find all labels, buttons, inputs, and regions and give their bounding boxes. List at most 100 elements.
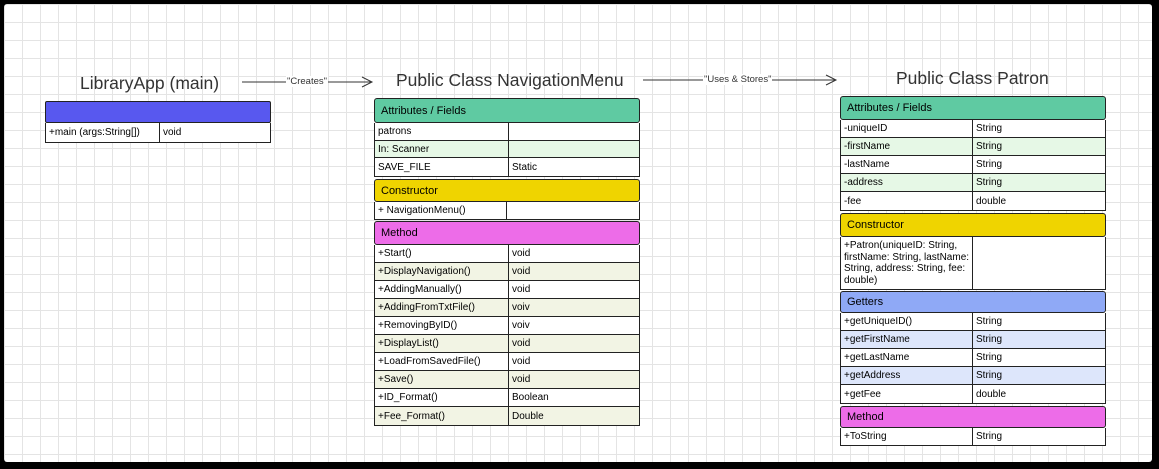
nav-attr-type: Static <box>512 161 538 173</box>
patron-getter-type: double <box>976 388 1007 400</box>
nav-method-name: +DisplayList() <box>375 335 509 352</box>
nav-attr-type <box>509 123 512 140</box>
nav-method-name: +Start() <box>375 245 509 262</box>
nav-method-row: +AddingFromTxtFile() voiv <box>375 299 639 317</box>
nav-method-type: void <box>512 266 531 277</box>
nav-method-type: voiv <box>512 320 530 331</box>
patron-getter-row: +getAddress String <box>841 367 1105 385</box>
patron-constructor-table: +Patron(uniqueID: String, firstName: Str… <box>840 237 1106 290</box>
uses-stores-label: "Uses & Stores" <box>703 74 773 85</box>
patron-getter-name: +getFee <box>841 385 973 403</box>
nav-attr-name: patrons <box>375 123 509 140</box>
patron-constructor-header: Constructor <box>840 213 1106 237</box>
nav-constructor-name: + NavigationMenu() <box>375 202 507 219</box>
patron-attr-type: double <box>976 195 1007 207</box>
patron-getter-type: String <box>976 370 1003 381</box>
nav-constructor-type <box>507 202 510 219</box>
patron-attributes-header: Attributes / Fields <box>840 96 1106 120</box>
main-method-name: +main (args:String[]) <box>46 123 160 142</box>
patron-attr-name: -firstName <box>841 138 973 155</box>
patron-attr-type: String <box>976 141 1003 152</box>
nav-method-type: void <box>512 374 531 385</box>
main-method-row: +main (args:String[]) void <box>46 123 270 142</box>
nav-method-row: +ID_Format() Boolean <box>375 389 639 407</box>
nav-constructor-row: + NavigationMenu() <box>375 202 639 219</box>
patron-class-box: Attributes / Fields -uniqueID String -fir… <box>840 96 1106 446</box>
nav-method-row: +RemovingByID() voiv <box>375 317 639 335</box>
patron-getter-row: +getFee double <box>841 385 1105 403</box>
nav-method-name: +Fee_Format() <box>375 407 509 425</box>
nav-method-name: +AddingFromTxtFile() <box>375 299 509 316</box>
main-class-title: LibraryApp (main) <box>80 73 220 93</box>
nav-attr-row: In: Scanner <box>375 141 639 158</box>
patron-getters-table: +getUniqueID() String +getFirstName String… <box>840 313 1106 404</box>
patron-attr-row: -uniqueID String <box>841 120 1105 138</box>
nav-method-type: voiv <box>512 302 530 313</box>
patron-getter-row: +getUniqueID() String <box>841 313 1105 331</box>
patron-getter-type: String <box>976 352 1003 363</box>
patron-attr-name: -lastName <box>841 156 973 173</box>
patron-getter-name: +getFirstName <box>841 331 973 348</box>
patron-attr-name: -uniqueID <box>841 120 973 137</box>
nav-methods-table: +Start() void +DisplayNavigation() void +A… <box>374 245 640 426</box>
nav-attr-row: patrons <box>375 123 639 141</box>
main-class-header <box>45 101 271 123</box>
main-method-type: void <box>163 127 182 138</box>
patron-attr-type: String <box>976 159 1003 170</box>
patron-constructor-name: +Patron(uniqueID: String, firstName: Str… <box>841 237 973 289</box>
nav-method-type: void <box>512 248 531 259</box>
nav-method-type: void <box>512 356 531 367</box>
patron-attr-type: String <box>976 177 1003 188</box>
patron-methods-table: +ToString String <box>840 428 1106 446</box>
nav-method-row: +LoadFromSavedFile() void <box>375 353 639 371</box>
nav-attr-name: SAVE_FILE <box>375 158 509 176</box>
nav-method-row: +DisplayList() void <box>375 335 639 353</box>
patron-method-row: +ToString String <box>841 428 1105 445</box>
patron-constructor-type <box>973 237 976 289</box>
nav-method-name: +LoadFromSavedFile() <box>375 353 509 370</box>
patron-attr-type: String <box>976 123 1003 134</box>
nav-method-row: +DisplayNavigation() void <box>375 263 639 281</box>
patron-attr-row: -fee double <box>841 192 1105 210</box>
nav-attributes-table: patrons In: Scanner SAVE_FILE Static <box>374 123 640 177</box>
nav-method-name: +AddingManually() <box>375 281 509 298</box>
patron-getter-name: +getUniqueID() <box>841 313 973 330</box>
patron-getter-name: +getLastName <box>841 349 973 366</box>
nav-method-row: +Start() void <box>375 245 639 263</box>
patron-attr-row: -address String <box>841 174 1105 192</box>
nav-constructor-table: + NavigationMenu() <box>374 202 640 220</box>
nav-method-header: Method <box>374 221 640 245</box>
nav-class-box: Attributes / Fields patrons In: Scanner … <box>374 98 640 426</box>
nav-method-type: void <box>512 284 531 295</box>
patron-getter-row: +getFirstName String <box>841 331 1105 349</box>
patron-attr-row: -lastName String <box>841 156 1105 174</box>
patron-constructor-row: +Patron(uniqueID: String, firstName: Str… <box>841 237 1105 289</box>
main-class-body: +main (args:String[]) void <box>45 123 271 143</box>
patron-getter-type: String <box>976 334 1003 345</box>
patron-attr-row: -firstName String <box>841 138 1105 156</box>
nav-method-name: +DisplayNavigation() <box>375 263 509 280</box>
patron-method-type: String <box>976 431 1003 442</box>
nav-attr-name: In: Scanner <box>375 141 509 157</box>
nav-method-row: +AddingManually() void <box>375 281 639 299</box>
patron-class-title: Public Class Patron <box>896 68 1049 88</box>
nav-method-row: +Save() void <box>375 371 639 389</box>
patron-getter-row: +getLastName String <box>841 349 1105 367</box>
patron-attributes-table: -uniqueID String -firstName String -lastNa… <box>840 120 1106 211</box>
patron-getters-header: Getters <box>840 291 1106 313</box>
patron-attr-name: -fee <box>841 192 973 210</box>
nav-attr-row: SAVE_FILE Static <box>375 158 639 176</box>
main-class-box: +main (args:String[]) void <box>45 101 271 143</box>
patron-method-header: Method <box>840 406 1106 428</box>
nav-method-name: +Save() <box>375 371 509 388</box>
nav-method-type: Double <box>512 410 544 422</box>
nav-method-type: Boolean <box>512 392 549 403</box>
nav-class-title: Public Class NavigationMenu <box>396 70 624 90</box>
diagram-canvas: "Creates" "Uses & Stores" LibraryApp (ma… <box>4 4 1152 462</box>
nav-method-row: +Fee_Format() Double <box>375 407 639 425</box>
nav-method-name: +ID_Format() <box>375 389 509 406</box>
patron-method-name: +ToString <box>841 428 973 445</box>
nav-constructor-header: Constructor <box>374 179 640 202</box>
nav-attributes-header: Attributes / Fields <box>374 98 640 123</box>
nav-method-type: void <box>512 338 531 349</box>
